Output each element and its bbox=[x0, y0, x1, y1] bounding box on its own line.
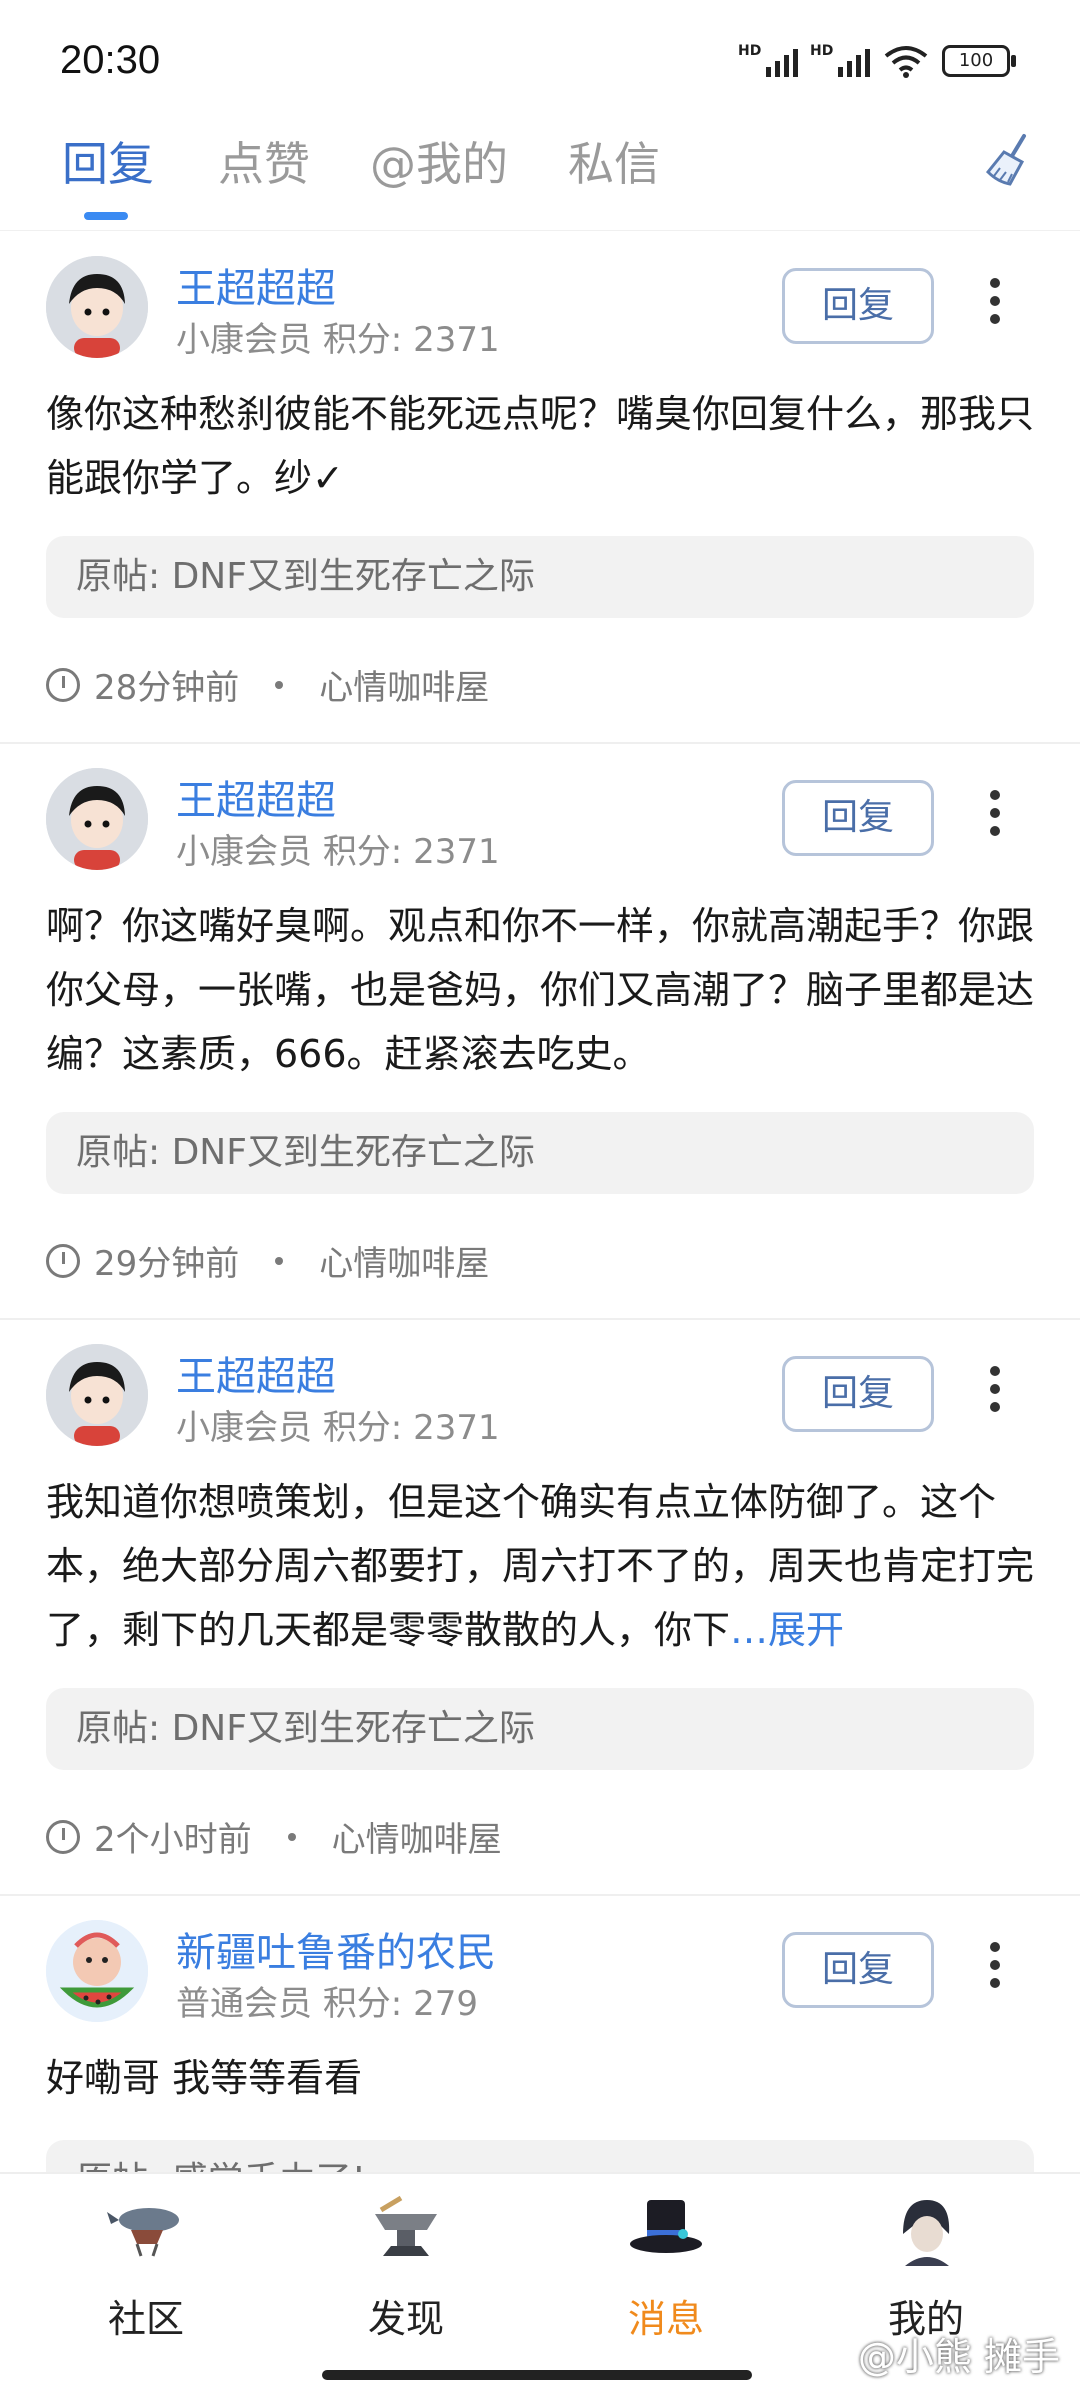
more-options-icon[interactable] bbox=[990, 1366, 1000, 1416]
battery-icon: 100 bbox=[942, 45, 1016, 77]
reply-card: 王超超超 小康会员 积分: 2371 回复 像你这种愁刹彼能不能死远点呢？嘴臭你… bbox=[0, 232, 1080, 744]
forum-name[interactable]: 心情咖啡屋 bbox=[319, 660, 489, 709]
reply-content: 我知道你想喷策划，但是这个确实有点立体防御了。这个本，绝大部分周六都要打，周六打… bbox=[46, 1480, 1035, 1652]
avatar[interactable] bbox=[46, 1920, 148, 2022]
user-meta: 小康会员 积分: 2371 bbox=[176, 832, 500, 872]
reply-time: 2个小时前 bbox=[94, 1820, 252, 1860]
separator-dot bbox=[275, 1256, 284, 1265]
reply-card: 王超超超 小康会员 积分: 2371 回复 我知道你想喷策划，但是这个确实有点立… bbox=[0, 1320, 1080, 1896]
original-post-link[interactable]: 原帖: DNF又到生死存亡之际 bbox=[46, 536, 1034, 618]
active-tab-indicator bbox=[84, 212, 128, 220]
reply-feed: 王超超超 小康会员 积分: 2371 回复 像你这种愁刹彼能不能死远点呢？嘴臭你… bbox=[0, 232, 1080, 2172]
nav-messages[interactable]: 消息 bbox=[566, 2190, 766, 2343]
reply-button[interactable]: 回复 bbox=[782, 1356, 934, 1432]
tab-mentions[interactable]: @我的 bbox=[370, 128, 508, 194]
user-meta: 普通会员 积分: 279 bbox=[176, 1984, 478, 2024]
reply-content: 啊？你这嘴好臭啊。观点和你不一样，你就高潮起手？你跟你父母，一张嘴，也是爸妈，你… bbox=[46, 904, 1035, 1076]
tab-reply[interactable]: 回复 bbox=[62, 128, 154, 194]
reply-card: 新疆吐鲁番的农民 普通会员 积分: 279 回复 好嘞哥 我等等看看 原帖: 感… bbox=[0, 1896, 1080, 2172]
message-tabs: 回复 点赞 @我的 私信 bbox=[0, 120, 1080, 231]
clock-icon bbox=[46, 1243, 80, 1278]
original-post-link[interactable]: 原帖: DNF又到生死存亡之际 bbox=[46, 1688, 1034, 1770]
expand-link[interactable]: …展开 bbox=[730, 1608, 844, 1652]
reply-time: 28分钟前 bbox=[94, 668, 240, 708]
reply-time: 29分钟前 bbox=[94, 1244, 240, 1284]
top-hat-icon bbox=[630, 2200, 702, 2253]
wifi-icon bbox=[884, 46, 928, 78]
avatar[interactable] bbox=[46, 768, 148, 870]
original-post-link[interactable]: 原帖: DNF又到生死存亡之际 bbox=[46, 1112, 1034, 1194]
cartoon-boy-icon bbox=[46, 256, 148, 358]
reply-meta: 2个小时前 心情咖啡屋 bbox=[46, 1812, 502, 1861]
username[interactable]: 王超超超 bbox=[176, 1344, 336, 1402]
broom-icon[interactable] bbox=[980, 130, 1040, 190]
reply-button[interactable]: 回复 bbox=[782, 780, 934, 856]
avatar[interactable] bbox=[46, 1344, 148, 1446]
nav-label: 社区 bbox=[107, 2297, 184, 2341]
clock-icon bbox=[46, 1819, 80, 1854]
status-bar: 20:30 HD HD 100 bbox=[0, 0, 1080, 120]
watermelon-character-icon bbox=[46, 1920, 148, 2022]
tab-likes[interactable]: 点赞 bbox=[218, 128, 310, 194]
anvil-icon bbox=[375, 2195, 437, 2256]
reply-content: 好嘞哥 我等等看看 bbox=[46, 2056, 363, 2100]
clock-icon bbox=[46, 667, 80, 702]
username[interactable]: 王超超超 bbox=[176, 768, 336, 826]
watermark: @小熊 摊手 bbox=[857, 2335, 1060, 2379]
separator-dot bbox=[287, 1832, 296, 1841]
reply-content: 像你这种愁刹彼能不能死远点呢？嘴臭你回复什么，那我只能跟你学了。纱✓ bbox=[46, 392, 1035, 500]
nav-community[interactable]: 社区 bbox=[46, 2190, 246, 2343]
status-icons: HD HD 100 bbox=[738, 43, 1016, 78]
cartoon-boy-icon bbox=[46, 768, 148, 870]
status-time: 20:30 bbox=[60, 38, 161, 82]
more-options-icon[interactable] bbox=[990, 790, 1000, 840]
more-options-icon[interactable] bbox=[990, 1942, 1000, 1992]
forum-name[interactable]: 心情咖啡屋 bbox=[332, 1812, 502, 1861]
user-meta: 小康会员 积分: 2371 bbox=[176, 1408, 500, 1448]
more-options-icon[interactable] bbox=[990, 278, 1000, 328]
reply-button[interactable]: 回复 bbox=[782, 1932, 934, 2008]
gesture-home-bar[interactable] bbox=[322, 2370, 752, 2380]
signal-icon: HD bbox=[738, 43, 798, 77]
character-avatar-icon bbox=[903, 2200, 950, 2266]
reply-meta: 29分钟前 心情咖啡屋 bbox=[46, 1236, 489, 1285]
reply-button[interactable]: 回复 bbox=[782, 268, 934, 344]
airship-icon bbox=[107, 2208, 179, 2257]
nav-label: 消息 bbox=[627, 2297, 704, 2341]
nav-label: 发现 bbox=[367, 2297, 444, 2341]
cartoon-boy-icon bbox=[46, 1344, 148, 1446]
user-meta: 小康会员 积分: 2371 bbox=[176, 320, 500, 360]
forum-name[interactable]: 心情咖啡屋 bbox=[319, 1236, 489, 1285]
avatar[interactable] bbox=[46, 256, 148, 358]
separator-dot bbox=[275, 680, 284, 689]
username[interactable]: 王超超超 bbox=[176, 256, 336, 314]
nav-discover[interactable]: 发现 bbox=[306, 2190, 506, 2343]
tab-private-messages[interactable]: 私信 bbox=[568, 128, 660, 194]
nav-profile[interactable]: 我的 bbox=[826, 2190, 1026, 2343]
username[interactable]: 新疆吐鲁番的农民 bbox=[176, 1920, 496, 1978]
reply-card: 王超超超 小康会员 积分: 2371 回复 啊？你这嘴好臭啊。观点和你不一样，你… bbox=[0, 744, 1080, 1320]
original-post-link[interactable]: 原帖: 感觉手力了! bbox=[46, 2140, 1034, 2172]
signal-icon: HD bbox=[810, 43, 870, 77]
reply-meta: 28分钟前 心情咖啡屋 bbox=[46, 660, 489, 709]
